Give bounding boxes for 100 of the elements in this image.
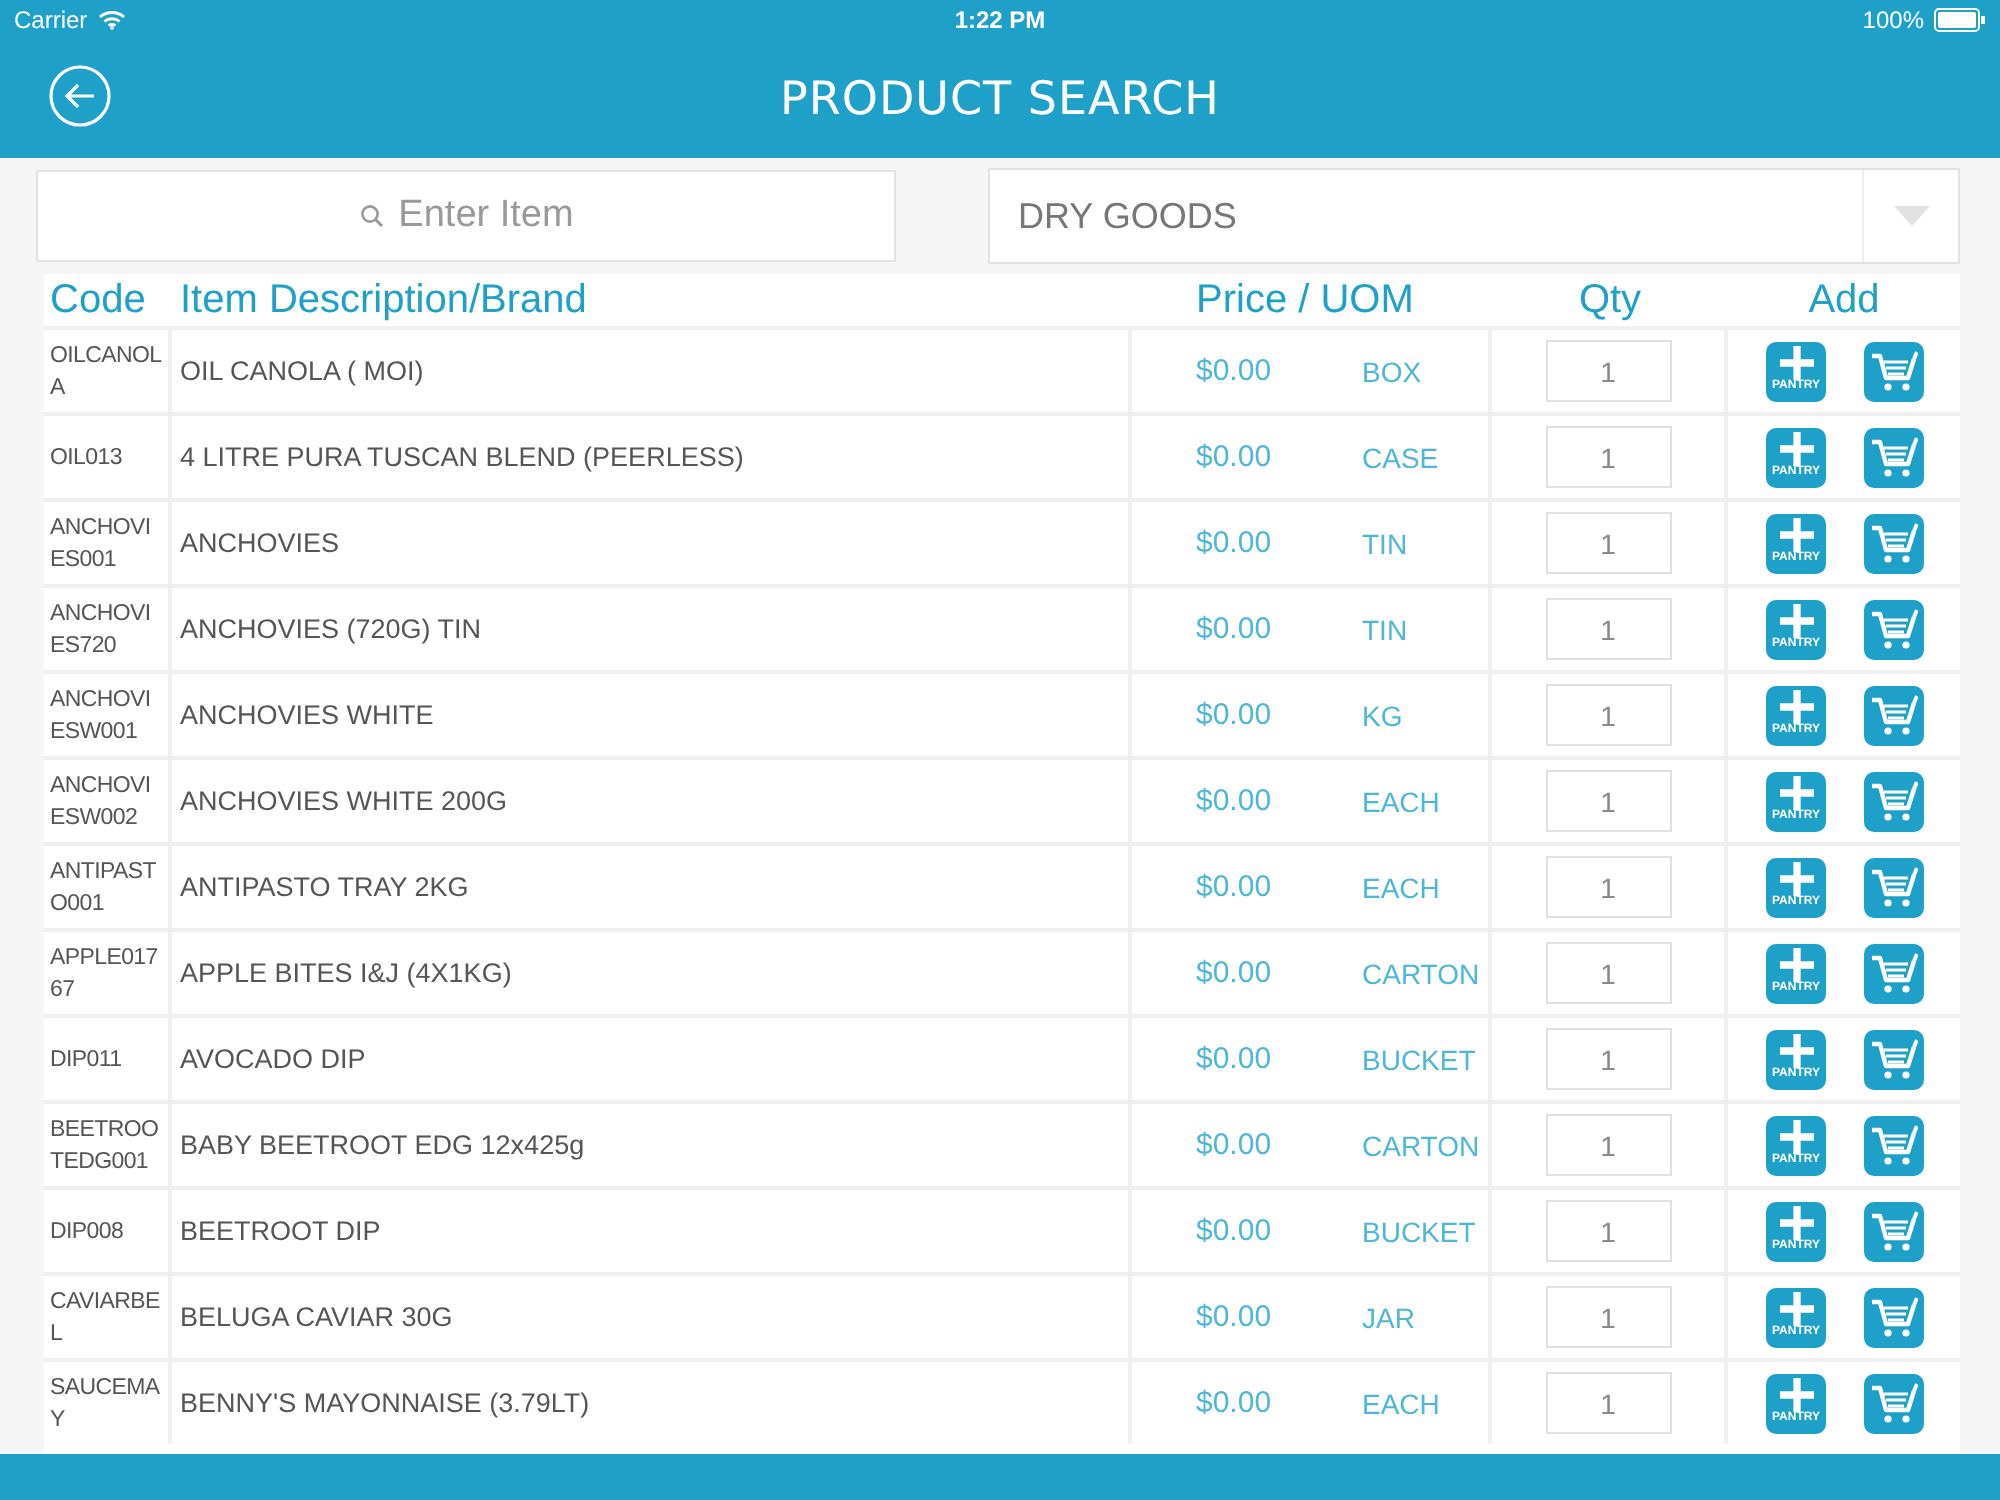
cart-icon [1870, 435, 1918, 479]
item-uom: EACH [1362, 1387, 1440, 1419]
item-description: OIL CANOLA ( MOI) [180, 356, 424, 386]
add-to-cart-button[interactable] [1864, 1287, 1924, 1347]
add-to-cart-button[interactable] [1864, 1115, 1924, 1175]
item-description: ANTIPASTO TRAY 2KG [180, 872, 469, 902]
item-code: ANCHOVIESW001 [50, 685, 153, 747]
quantity-field[interactable]: 1 [1545, 770, 1671, 832]
item-description: BEETROOT DIP [180, 1216, 381, 1246]
cart-icon [1870, 693, 1918, 737]
item-price: $0.00 [1196, 440, 1274, 474]
clock: 1:22 PM [954, 6, 1046, 34]
item-uom: CASE [1362, 441, 1439, 473]
caret-icon [1893, 206, 1929, 226]
quantity-field[interactable]: 1 [1545, 856, 1671, 918]
quantity-field[interactable]: 1 [1545, 598, 1671, 660]
quantity-field[interactable]: 1 [1545, 512, 1671, 574]
search-icon [360, 204, 384, 228]
item-code: SAUCEMAY [50, 1373, 162, 1435]
item-uom: BOX [1362, 355, 1422, 387]
quantity-field[interactable]: 1 [1545, 684, 1671, 746]
cart-icon [1870, 779, 1918, 823]
cart-icon [1870, 951, 1918, 995]
item-uom: TIN [1362, 527, 1408, 559]
cart-icon [1870, 1037, 1918, 1081]
add-to-cart-button[interactable] [1864, 599, 1924, 659]
plus-icon [1779, 431, 1813, 465]
plus-icon [1779, 861, 1813, 895]
plus-icon [1779, 517, 1813, 551]
item-code: ANCHOVIES720 [50, 599, 153, 661]
plus-icon [1779, 1291, 1813, 1325]
add-to-cart-button[interactable] [1864, 1029, 1924, 1089]
cart-icon [1870, 865, 1918, 909]
add-to-cart-button[interactable] [1864, 1201, 1924, 1261]
cart-icon [1870, 349, 1918, 393]
cart-icon [1870, 1295, 1918, 1339]
item-uom: BUCKET [1362, 1043, 1476, 1075]
battery-percent: 100% [1862, 6, 1924, 34]
item-code: APPLE01767 [50, 943, 160, 1005]
item-description: ANCHOVIES [180, 528, 340, 558]
back-button[interactable] [48, 64, 112, 128]
quantity-field[interactable]: 1 [1545, 1114, 1671, 1176]
item-code: BEETROOTEDG001 [50, 1115, 161, 1177]
item-uom: KG [1362, 699, 1403, 731]
add-to-cart-button[interactable] [1864, 341, 1924, 401]
item-description: ANCHOVIES WHITE 200G [180, 786, 508, 816]
plus-icon [1779, 775, 1813, 809]
add-to-cart-button[interactable] [1864, 513, 1924, 573]
plus-icon [1779, 1377, 1813, 1411]
plus-icon [1779, 603, 1813, 637]
add-to-cart-button[interactable] [1864, 943, 1924, 1003]
item-code: ANTIPASTO001 [50, 857, 158, 919]
quantity-field[interactable]: 1 [1545, 1200, 1671, 1262]
cart-icon [1870, 521, 1918, 565]
quantity-field[interactable]: 1 [1545, 1372, 1671, 1434]
add-to-cart-button[interactable] [1864, 427, 1924, 487]
plus-icon [1779, 947, 1813, 981]
item-price: $0.00 [1196, 870, 1274, 904]
quantity-field[interactable]: 1 [1545, 942, 1671, 1004]
item-code: ANCHOVIES001 [50, 513, 153, 575]
cart-icon [1870, 1381, 1918, 1425]
cart-icon [1870, 1123, 1918, 1167]
quantity-field[interactable]: 1 [1545, 1286, 1671, 1348]
cart-icon [1870, 1209, 1918, 1253]
item-price: $0.00 [1196, 526, 1274, 560]
item-uom: BUCKET [1362, 1215, 1476, 1247]
column-header: Code [48, 277, 148, 323]
item-code: CAVIARBEL [50, 1287, 162, 1349]
item-description: APPLE BITES I&J (4X1KG) [180, 958, 512, 988]
item-price: $0.00 [1196, 698, 1274, 732]
wifi-icon [97, 10, 126, 30]
column-header: Qty [1576, 277, 1644, 323]
item-price: $0.00 [1196, 1042, 1274, 1076]
plus-icon [1779, 1033, 1813, 1067]
plus-icon [1779, 345, 1813, 379]
quantity-field[interactable]: 1 [1545, 340, 1671, 402]
item-description: AVOCADO DIP [180, 1044, 366, 1074]
quantity-field[interactable]: 1 [1545, 1028, 1671, 1090]
add-to-cart-button[interactable] [1864, 1373, 1924, 1433]
category-dropdown[interactable]: DRY GOODS [988, 168, 1960, 264]
item-price: $0.00 [1196, 956, 1274, 990]
add-to-cart-button[interactable] [1864, 685, 1924, 745]
add-to-cart-button[interactable] [1864, 771, 1924, 831]
quantity-field[interactable]: 1 [1545, 426, 1671, 488]
item-description: ANCHOVIES WHITE [180, 700, 434, 730]
item-price: $0.00 [1196, 784, 1274, 818]
item-description: BENNY'S MAYONNAISE (3.79LT) [180, 1388, 590, 1418]
column-header: Add [1806, 277, 1882, 323]
item-uom: CARTON [1362, 1129, 1480, 1161]
plus-icon [1779, 1205, 1813, 1239]
add-to-cart-button[interactable] [1864, 857, 1924, 917]
item-code: OILCANOLA [50, 341, 162, 403]
item-price: $0.00 [1196, 1386, 1274, 1420]
item-uom: JAR [1362, 1301, 1415, 1333]
item-uom: TIN [1362, 613, 1408, 645]
search-field[interactable]: Enter Item [36, 170, 896, 262]
item-description: ANCHOVIES (720G) TIN [180, 614, 482, 644]
item-price: $0.00 [1196, 612, 1274, 646]
item-uom: EACH [1362, 785, 1440, 817]
item-code: ANCHOVIESW002 [50, 771, 153, 833]
